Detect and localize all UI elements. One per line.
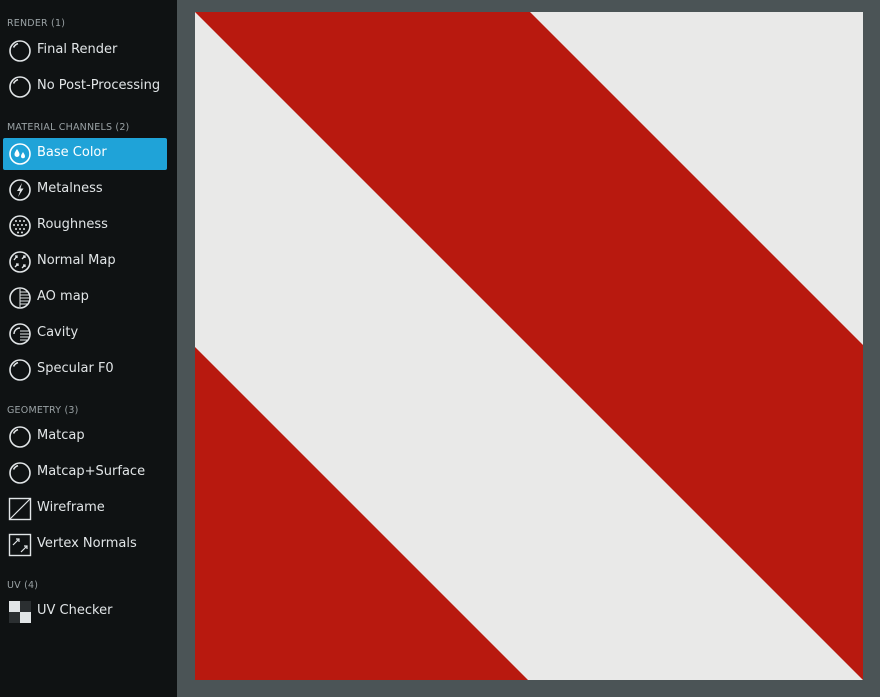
- sidebar-item-label: UV Checker: [37, 603, 113, 618]
- sidebar: RENDER (1) Final Render No Post-Processi…: [0, 0, 177, 697]
- checker-icon: [9, 601, 31, 623]
- sidebar-item-label: Base Color: [37, 145, 107, 160]
- lined-sphere-icon: [9, 323, 31, 345]
- sidebar-item-metalness[interactable]: Metalness: [3, 174, 167, 206]
- sidebar-item-final-render[interactable]: Final Render: [3, 35, 167, 67]
- sidebar-item-roughness[interactable]: Roughness: [3, 210, 167, 242]
- section-header-render: RENDER (1): [7, 18, 66, 29]
- sphere-icon: [9, 76, 31, 98]
- sidebar-item-label: No Post-Processing: [37, 78, 161, 93]
- sidebar-item-label: Cavity: [37, 325, 79, 340]
- sidebar-item-uv-checker[interactable]: UV Checker: [3, 596, 167, 628]
- wireframe-icon: [8, 497, 32, 521]
- sidebar-item-normal-map[interactable]: Normal Map: [3, 246, 167, 278]
- sidebar-item-label: Normal Map: [37, 253, 116, 268]
- sidebar-item-label: Wireframe: [37, 500, 105, 515]
- sidebar-item-label: Final Render: [37, 42, 118, 57]
- sphere-icon: [9, 40, 31, 62]
- sphere-icon: [9, 359, 31, 381]
- sidebar-item-label: Metalness: [37, 181, 103, 196]
- sphere-icon: [9, 462, 31, 484]
- dotted-sphere-icon: [9, 215, 31, 237]
- sidebar-item-ao-map[interactable]: AO map: [3, 282, 167, 314]
- section-header-uv: UV (4): [7, 580, 39, 591]
- arrows-sphere-icon: [9, 251, 31, 273]
- sidebar-item-label: AO map: [37, 289, 89, 304]
- striped-texture: [195, 12, 863, 680]
- droplets-icon: [9, 143, 31, 165]
- sidebar-item-label: Matcap: [37, 428, 85, 443]
- half-shaded-sphere-icon: [9, 287, 31, 309]
- sidebar-item-label: Roughness: [37, 217, 108, 232]
- texture-preview[interactable]: [195, 12, 863, 680]
- sidebar-item-label: Vertex Normals: [37, 536, 137, 551]
- sidebar-item-matcap-surface[interactable]: Matcap+Surface: [3, 457, 167, 489]
- sidebar-item-base-color[interactable]: Base Color: [3, 138, 167, 170]
- sidebar-item-wireframe[interactable]: Wireframe: [3, 493, 167, 525]
- sidebar-item-specular-f0[interactable]: Specular F0: [3, 354, 167, 386]
- lightning-icon: [9, 179, 31, 201]
- sidebar-item-cavity[interactable]: Cavity: [3, 318, 167, 350]
- section-header-geometry: GEOMETRY (3): [7, 405, 79, 416]
- sidebar-item-matcap[interactable]: Matcap: [3, 421, 167, 453]
- section-header-material-channels: MATERIAL CHANNELS (2): [7, 122, 130, 133]
- sidebar-item-vertex-normals[interactable]: Vertex Normals: [3, 529, 167, 561]
- vertex-normals-icon: [8, 533, 32, 557]
- sidebar-item-label: Specular F0: [37, 361, 114, 376]
- sidebar-item-label: Matcap+Surface: [37, 464, 146, 479]
- sphere-icon: [9, 426, 31, 448]
- sidebar-item-no-post-processing[interactable]: No Post-Processing: [3, 71, 167, 103]
